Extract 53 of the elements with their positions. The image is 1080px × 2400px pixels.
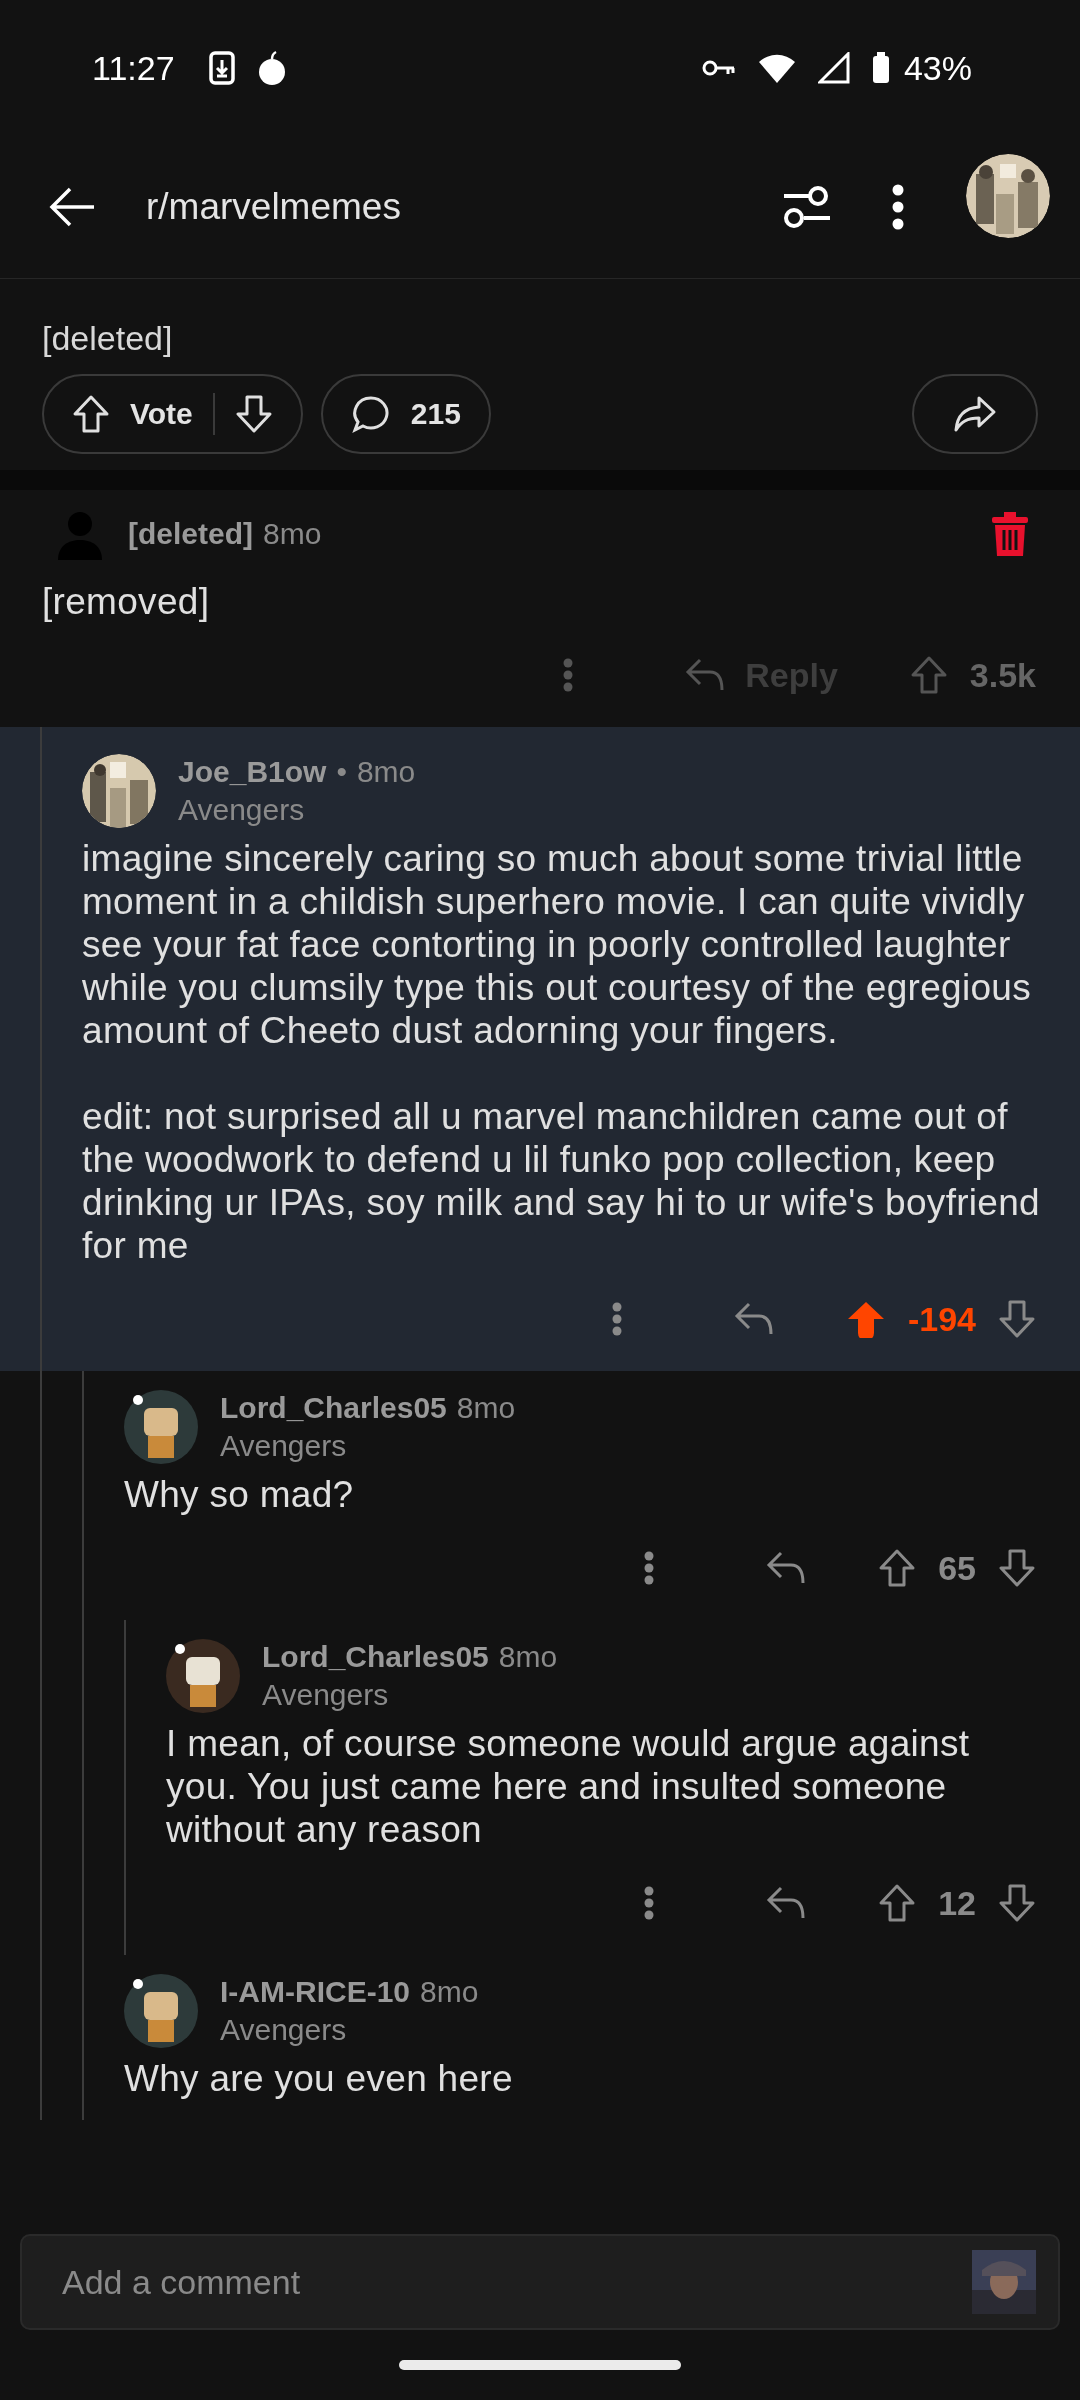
trash-icon	[992, 512, 1028, 556]
comment-field[interactable]: Add a comment	[20, 2234, 1060, 2330]
vote-score: 3.5k	[969, 655, 1036, 695]
clock: 11:27	[92, 48, 175, 88]
comment-author[interactable]: [deleted]	[128, 515, 253, 553]
battery-level: 43%	[903, 48, 972, 88]
comment-author[interactable]: I-AM-RICE-10	[220, 1973, 410, 2011]
reply-icon[interactable]	[733, 1301, 774, 1337]
reply-icon[interactable]	[766, 1885, 807, 1921]
vote-label: Vote	[130, 397, 193, 431]
comment-author[interactable]: Lord_Charles05	[262, 1638, 489, 1676]
comment-text: imagine sincerely caring so much about some trivial little moment in a childish superhero movie. I can quite vividly see your fat face contorting in poorly controlled laughter while you clumsily type this out courtesy of the egregious amount of Cheeto dust adorning your fingers. edit: not surprised all u marvel manchildren came out of the woodwork to defend u lil funko pop collection, keep drinking ur IPAs, soy milk and say hi to ur wife's boyfriend for me	[82, 837, 1041, 1267]
comment-author[interactable]: Lord_Charles05	[220, 1389, 447, 1427]
filter-icon[interactable]	[782, 185, 832, 229]
comment-text: Why so mad?	[124, 1473, 355, 1516]
reply-icon[interactable]	[766, 1550, 807, 1586]
comment-text: I mean, of course someone would argue against you. You just came here and insulted someone without any reason	[166, 1722, 971, 1851]
share-button[interactable]	[912, 374, 1038, 454]
post-body: [deleted]	[42, 319, 174, 358]
comment-time: 8mo	[456, 1390, 516, 1426]
download-icon	[208, 51, 235, 85]
meta-separator: •	[336, 754, 347, 790]
comments-button[interactable]: 215	[320, 374, 491, 454]
vote-score: -194	[907, 1299, 976, 1339]
comment-time: 8mo	[498, 1639, 558, 1675]
pear-icon	[256, 50, 287, 86]
user-flair: Avengers	[262, 1677, 390, 1713]
comment-icon	[350, 394, 391, 434]
user-flair: Avengers	[220, 1428, 348, 1464]
comment-author[interactable]: Joe_B1ow	[178, 753, 327, 791]
user-flair: Avengers	[220, 2012, 348, 2048]
reply-icon[interactable]	[685, 657, 726, 693]
comment-text: [removed]	[42, 580, 211, 623]
comment-time: 8mo	[356, 754, 416, 790]
avatar-icon	[166, 1639, 240, 1713]
comment-text: Why are you even here	[124, 2057, 514, 2100]
back-icon[interactable]	[48, 187, 96, 227]
subreddit-title: r/marvelmemes	[146, 186, 401, 228]
vote-score: 12	[938, 1883, 976, 1923]
more-icon[interactable]	[892, 184, 904, 230]
share-icon	[953, 395, 997, 433]
comment-time: 8mo	[420, 1974, 479, 2010]
avatar-icon	[124, 1974, 198, 2048]
wifi-icon	[757, 53, 796, 83]
avatar-icon	[124, 1390, 198, 1464]
key-icon	[701, 58, 736, 78]
signal-icon	[817, 52, 850, 84]
downvote-icon[interactable]	[234, 394, 273, 434]
comment-time: 8mo	[263, 516, 322, 552]
upvote-icon[interactable]	[72, 394, 110, 434]
vote-score: 65	[938, 1548, 976, 1588]
battery-icon	[871, 52, 890, 84]
user-flair: Avengers	[178, 792, 306, 828]
